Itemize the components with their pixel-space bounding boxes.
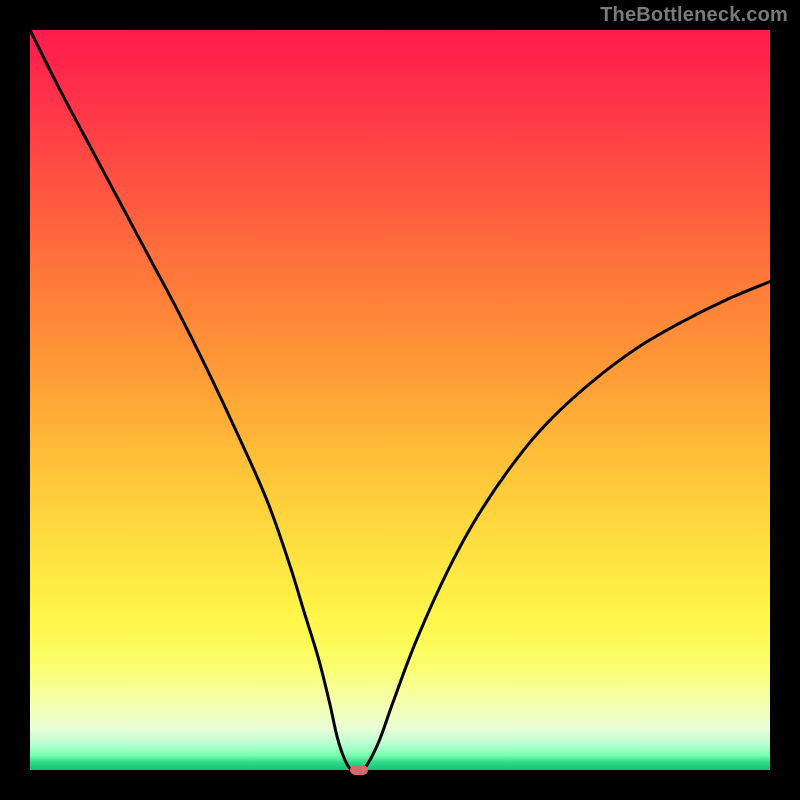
chart-frame: TheBottleneck.com: [0, 0, 800, 800]
plot-area: [30, 30, 770, 770]
optimal-marker: [350, 765, 368, 775]
watermark-text: TheBottleneck.com: [600, 4, 788, 27]
bottleneck-curve: [30, 30, 770, 770]
